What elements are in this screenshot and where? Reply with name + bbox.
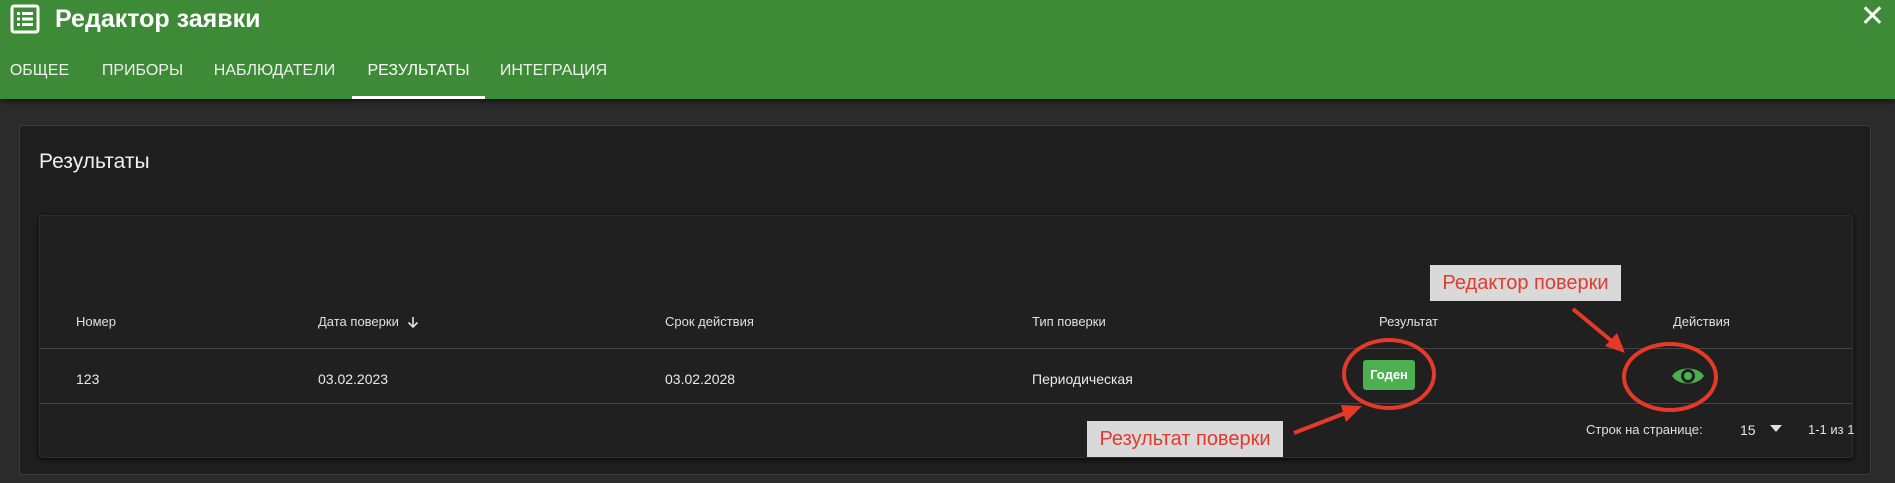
result-callout: Результат поверки xyxy=(1087,421,1283,457)
result-arrow xyxy=(1293,405,1362,435)
editor-callout: Редактор поверки xyxy=(1430,265,1621,301)
editor-arrow xyxy=(1571,307,1625,353)
annotation-arrows xyxy=(1293,307,1625,435)
